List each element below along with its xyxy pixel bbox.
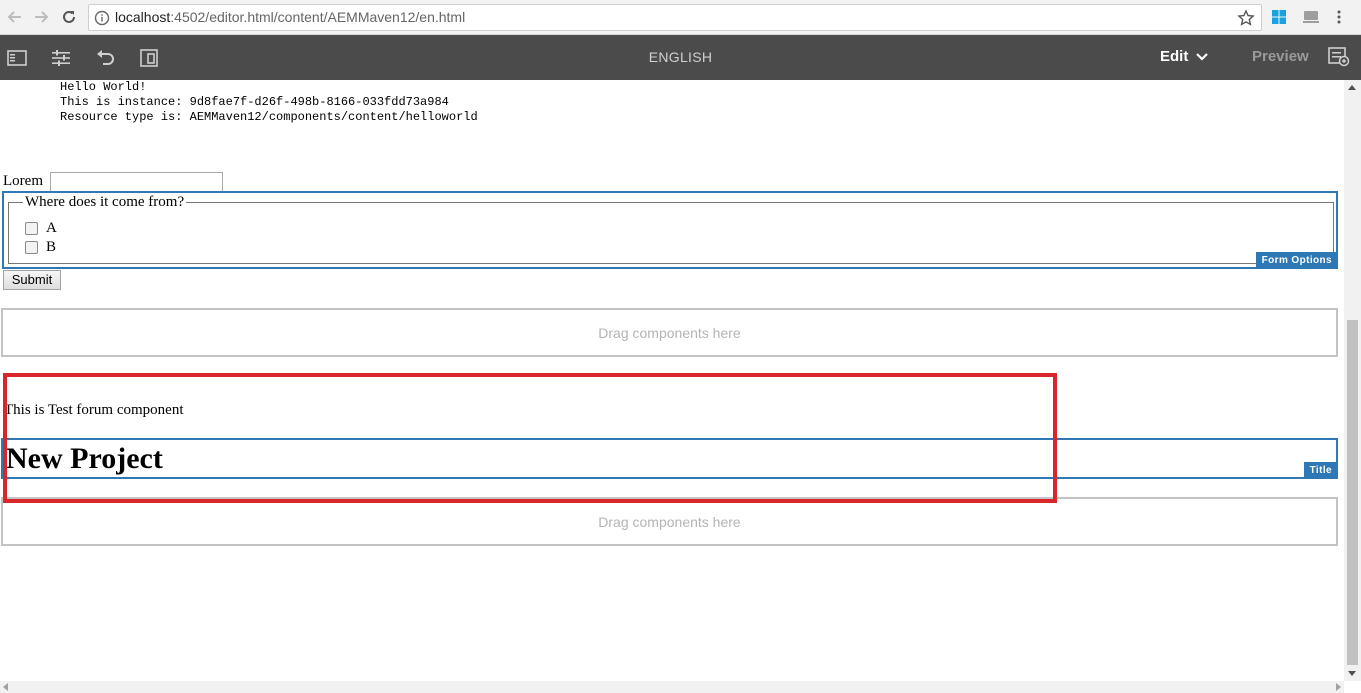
address-bar[interactable]: localhost:4502/editor.html/content/AEMMa… bbox=[88, 4, 1262, 31]
horizontal-scrollbar[interactable] bbox=[0, 681, 1344, 693]
title-heading: New Project bbox=[6, 442, 163, 475]
scroll-right-arrow-icon[interactable] bbox=[1336, 683, 1341, 691]
scroll-up-arrow-icon[interactable] bbox=[1348, 85, 1356, 90]
menu-icon[interactable] bbox=[1336, 9, 1354, 25]
chevron-down-icon bbox=[1196, 48, 1209, 65]
reload-icon[interactable] bbox=[58, 6, 80, 28]
instance-line: This is instance: 9d8fae7f-d26f-498b-816… bbox=[60, 95, 449, 109]
form-options-component[interactable]: Where does it come from? A B Form Option… bbox=[2, 191, 1338, 269]
properties-icon[interactable] bbox=[50, 47, 72, 69]
page-content: Hello World! This is instance: 9d8fae7f-d… bbox=[0, 80, 1344, 681]
star-icon[interactable] bbox=[1237, 9, 1255, 32]
language-label: ENGLISH bbox=[648, 49, 713, 65]
windows-extension-icon[interactable] bbox=[1271, 9, 1289, 25]
vertical-scrollbar[interactable] bbox=[1344, 80, 1361, 681]
scroll-left-arrow-icon[interactable] bbox=[3, 683, 8, 691]
lorem-input[interactable] bbox=[50, 172, 223, 192]
drop-zone-label: Drag components here bbox=[598, 513, 741, 530]
annotation-icon[interactable] bbox=[1328, 47, 1350, 72]
option-a-row: A bbox=[25, 220, 57, 237]
resource-type-line: Resource type is: AEMMaven12/components/… bbox=[60, 110, 478, 124]
submit-button[interactable]: Submit bbox=[3, 270, 61, 290]
side-panel-icon[interactable] bbox=[6, 47, 28, 69]
option-a-label: A bbox=[46, 220, 57, 236]
url-path: :4502/editor.html/content/AEMMaven12/en.… bbox=[170, 9, 466, 25]
drop-zone-bottom[interactable]: Drag components here bbox=[1, 497, 1338, 546]
back-icon[interactable] bbox=[4, 6, 26, 28]
scroll-down-arrow-icon[interactable] bbox=[1348, 671, 1356, 676]
url-text: localhost:4502/editor.html/content/AEMMa… bbox=[115, 9, 465, 25]
title-component[interactable]: New Project Title bbox=[1, 438, 1338, 479]
undo-icon[interactable] bbox=[94, 47, 116, 69]
vertical-scroll-thumb[interactable] bbox=[1347, 320, 1358, 665]
drop-zone[interactable]: Drag components here bbox=[1, 308, 1338, 357]
question-fieldset: Where does it come from? A B bbox=[8, 194, 1334, 264]
hello-line: Hello World! bbox=[60, 80, 147, 94]
edit-mode-button[interactable]: Edit bbox=[1160, 48, 1209, 65]
form-options-badge: Form Options bbox=[1255, 252, 1338, 269]
extension-icon[interactable] bbox=[1302, 9, 1320, 25]
question-legend: Where does it come from? bbox=[23, 194, 187, 211]
browser-chrome: localhost:4502/editor.html/content/AEMMa… bbox=[0, 0, 1361, 35]
helloworld-component[interactable]: Hello World! This is instance: 9d8fae7f-d… bbox=[60, 80, 478, 125]
drop-zone-label: Drag components here bbox=[598, 324, 741, 341]
preview-button[interactable]: Preview bbox=[1252, 48, 1309, 65]
lorem-label: Lorem bbox=[3, 173, 43, 189]
url-host: localhost bbox=[115, 9, 171, 25]
edit-mode-label: Edit bbox=[1160, 48, 1189, 65]
option-b-row: B bbox=[25, 239, 56, 256]
forum-component-text[interactable]: This is Test forum component bbox=[4, 402, 184, 419]
forward-icon[interactable] bbox=[30, 6, 52, 28]
option-b-checkbox[interactable] bbox=[25, 241, 38, 254]
option-b-label: B bbox=[46, 239, 57, 255]
aem-editor-toolbar: ENGLISH Edit Preview bbox=[0, 35, 1361, 80]
info-icon[interactable] bbox=[94, 10, 110, 31]
emulator-icon[interactable] bbox=[138, 47, 160, 69]
option-a-checkbox[interactable] bbox=[25, 222, 38, 235]
title-badge: Title bbox=[1303, 462, 1338, 479]
